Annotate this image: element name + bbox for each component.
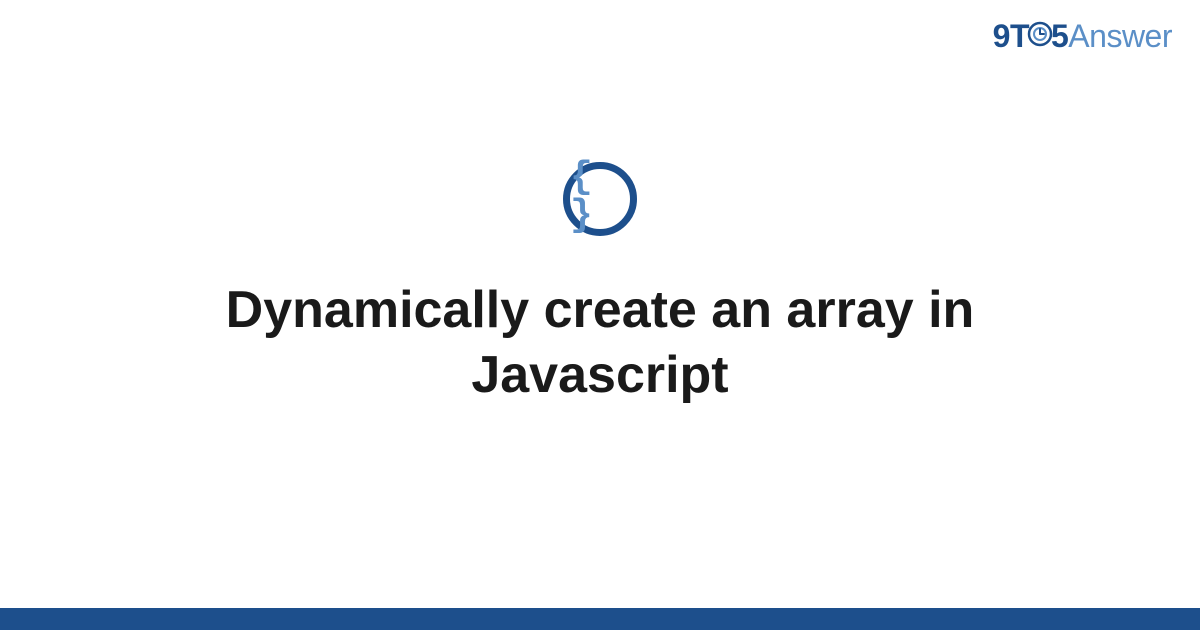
footer-accent-bar (0, 608, 1200, 630)
page-title: Dynamically create an array in Javascrip… (150, 278, 1050, 408)
main-content: { } Dynamically create an array in Javas… (0, 0, 1200, 630)
code-braces-icon: { } (570, 159, 630, 235)
topic-icon-circle: { } (563, 162, 637, 236)
